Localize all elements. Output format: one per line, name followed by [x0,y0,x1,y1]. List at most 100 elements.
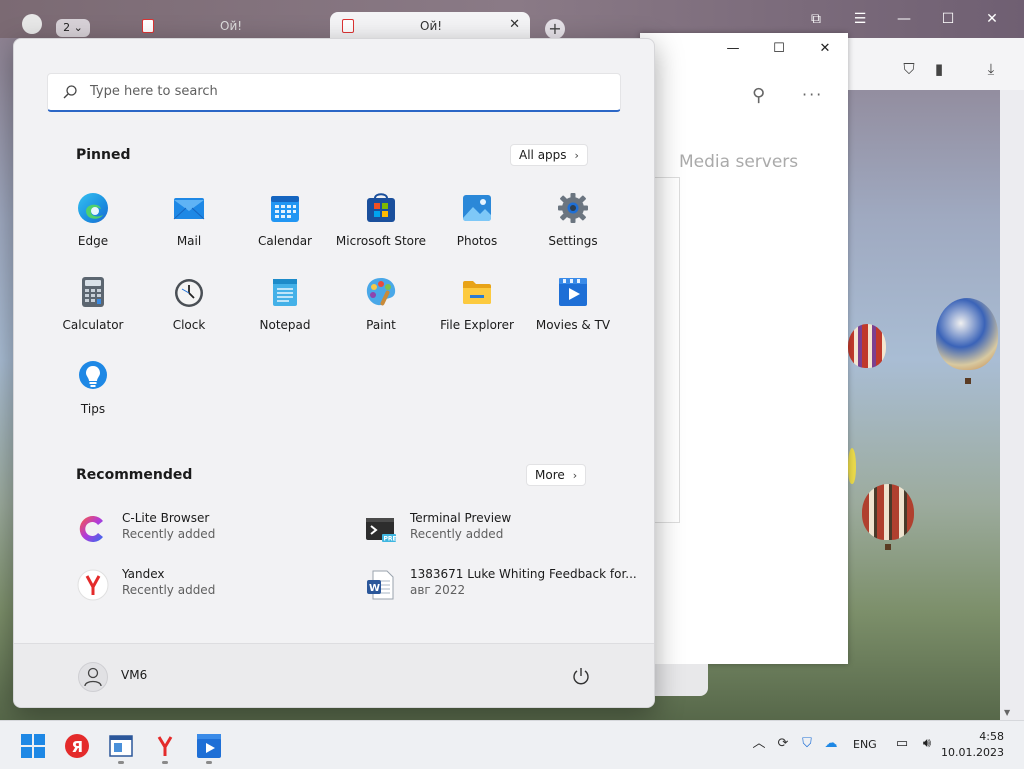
pinned-app-paint[interactable]: Paint [333,266,429,342]
running-indicator [118,761,124,764]
all-apps-button[interactable]: All apps › [510,144,588,166]
pinned-app-calendar[interactable]: Calendar [237,182,333,258]
yandex-browser-icon[interactable]: Я [64,733,90,759]
pinned-app-calculator[interactable]: Calculator [45,266,141,342]
paint-icon [366,278,396,306]
pinned-app-file-explorer[interactable]: File Explorer [429,266,525,342]
yandex-favicon-icon [142,19,154,33]
recommended-item-c-lite-browser[interactable]: C-Lite Browser Recently added [77,509,337,549]
app-name: Settings [548,234,598,248]
onedrive-cloud-icon[interactable]: ☁ [822,735,840,753]
chevron-up-icon[interactable]: ︿ [750,735,768,753]
browser-tab[interactable]: Ой! [130,12,330,38]
pinned-app-mail[interactable]: Mail [141,182,237,258]
balloon-basket [965,378,971,384]
svg-text:PRE: PRE [384,536,397,543]
recommended-subtitle: Recently added [410,527,504,541]
recommended-subtitle: Recently added [122,527,216,541]
tab-counter[interactable]: 2 ⌄ [56,19,90,37]
recommended-title: Terminal Preview [410,511,512,525]
close-icon[interactable]: ✕ [509,17,520,32]
yandex-icon [77,569,109,601]
app-name: Edge [77,234,109,248]
close-icon[interactable]: ✕ [974,8,1010,30]
movies-tv-icon[interactable] [196,733,222,759]
browser-title-bar: 2 ⌄ Ой! Ой! ✕ + ⧉ ☰ — ☐ ✕ [0,0,1024,39]
app-name: Notepad [259,318,311,332]
maximize-icon[interactable]: ☐ [930,8,966,30]
browser-tab-active[interactable]: Ой! ✕ [330,12,530,38]
recommended-item-terminal-preview[interactable]: PRE Terminal Preview Recently added [365,509,625,549]
avatar[interactable] [78,662,108,692]
new-tab-button[interactable]: + [545,19,565,39]
page-scrollbar[interactable] [1000,90,1024,720]
yandex-favicon-icon [342,19,354,33]
collections-icon[interactable]: ⧉ [798,8,834,30]
pinned-app-movies-tv[interactable]: Movies & TV [525,266,621,342]
balloon-image [936,298,998,370]
recommended-title: Yandex [122,567,165,581]
pinned-heading: Pinned [76,147,131,163]
mail-icon [173,198,205,220]
running-indicator [206,761,212,764]
pinned-app-microsoft-store[interactable]: Microsoft Store [333,182,429,258]
minimize-icon[interactable]: — [886,8,922,30]
pinned-app-photos[interactable]: Photos [429,182,525,258]
browser-toolbar: ⛉ ▮ ⤓ [848,38,1024,90]
user-bar: VM6 [14,643,654,707]
app-name: Tips [80,402,106,416]
yandex-icon[interactable] [152,733,178,759]
svg-text:W: W [369,583,380,594]
profile-icon[interactable] [22,14,42,34]
window-app-icon[interactable] [108,733,134,759]
menu-icon[interactable]: ☰ [842,8,878,30]
user-name[interactable]: VM6 [121,668,147,682]
clock-time[interactable]: 4:58 [950,730,1004,743]
windows-start-icon[interactable] [20,733,46,759]
calendar-icon [271,196,299,222]
recommended-item-word-document[interactable]: W 1383671 Luke Whiting Feedback for... а… [365,565,637,605]
minimize-icon[interactable]: — [718,41,748,59]
power-icon[interactable] [571,666,591,686]
chevron-right-icon: › [574,149,579,162]
pinned-app-tips[interactable]: Tips [45,350,141,426]
maximize-icon[interactable]: ☐ [764,41,794,59]
network-icon[interactable]: ▭ [893,735,911,753]
close-icon[interactable]: ✕ [810,41,840,59]
pinned-app-notepad[interactable]: Notepad [237,266,333,342]
word-doc-icon: W [367,570,394,600]
balloon-basket [885,544,891,550]
app-name: Movies & TV [535,318,611,332]
store-icon [367,193,395,222]
lightbulb-icon [79,361,107,389]
balloon-image [862,484,914,540]
volume-icon[interactable]: 🔊︎ [918,735,936,753]
defender-shield-icon[interactable]: ⛉ [798,735,816,753]
sync-icon[interactable]: ⟳ [774,735,792,753]
clock-date[interactable]: 10.01.2023 [940,746,1004,759]
search-icon[interactable]: ⚲ [752,85,765,106]
recommended-subtitle: авг 2022 [410,583,466,597]
pinned-app-settings[interactable]: Settings [525,182,621,258]
background-app-window: — ☐ ✕ ⚲ ··· Media servers [640,33,848,664]
shield-icon[interactable]: ⛉ [900,60,918,78]
app-name: Calendar [258,234,312,248]
app-name: File Explorer [440,318,514,332]
more-icon[interactable]: ··· [802,85,823,104]
download-icon[interactable]: ⤓ [982,60,1000,78]
pinned-app-clock[interactable]: Clock [141,266,237,342]
app-name: Microsoft Store [335,234,427,248]
scroll-down-icon[interactable]: ▼ [1004,708,1010,717]
tab-label: Ой! [220,19,243,33]
search-icon [63,85,77,99]
app-name: Calculator [62,318,124,332]
calculator-icon [82,277,104,307]
language-indicator[interactable]: ENG [853,738,877,751]
tab-label: Ой! [420,19,443,33]
pinned-app-edge[interactable]: Edge [45,182,141,258]
recommended-item-yandex[interactable]: Yandex Recently added [77,565,337,605]
app-name: Mail [176,234,202,248]
search-input[interactable]: Type here to search [47,73,621,112]
bookmark-icon[interactable]: ▮ [930,60,948,78]
more-button[interactable]: More › [526,464,587,486]
